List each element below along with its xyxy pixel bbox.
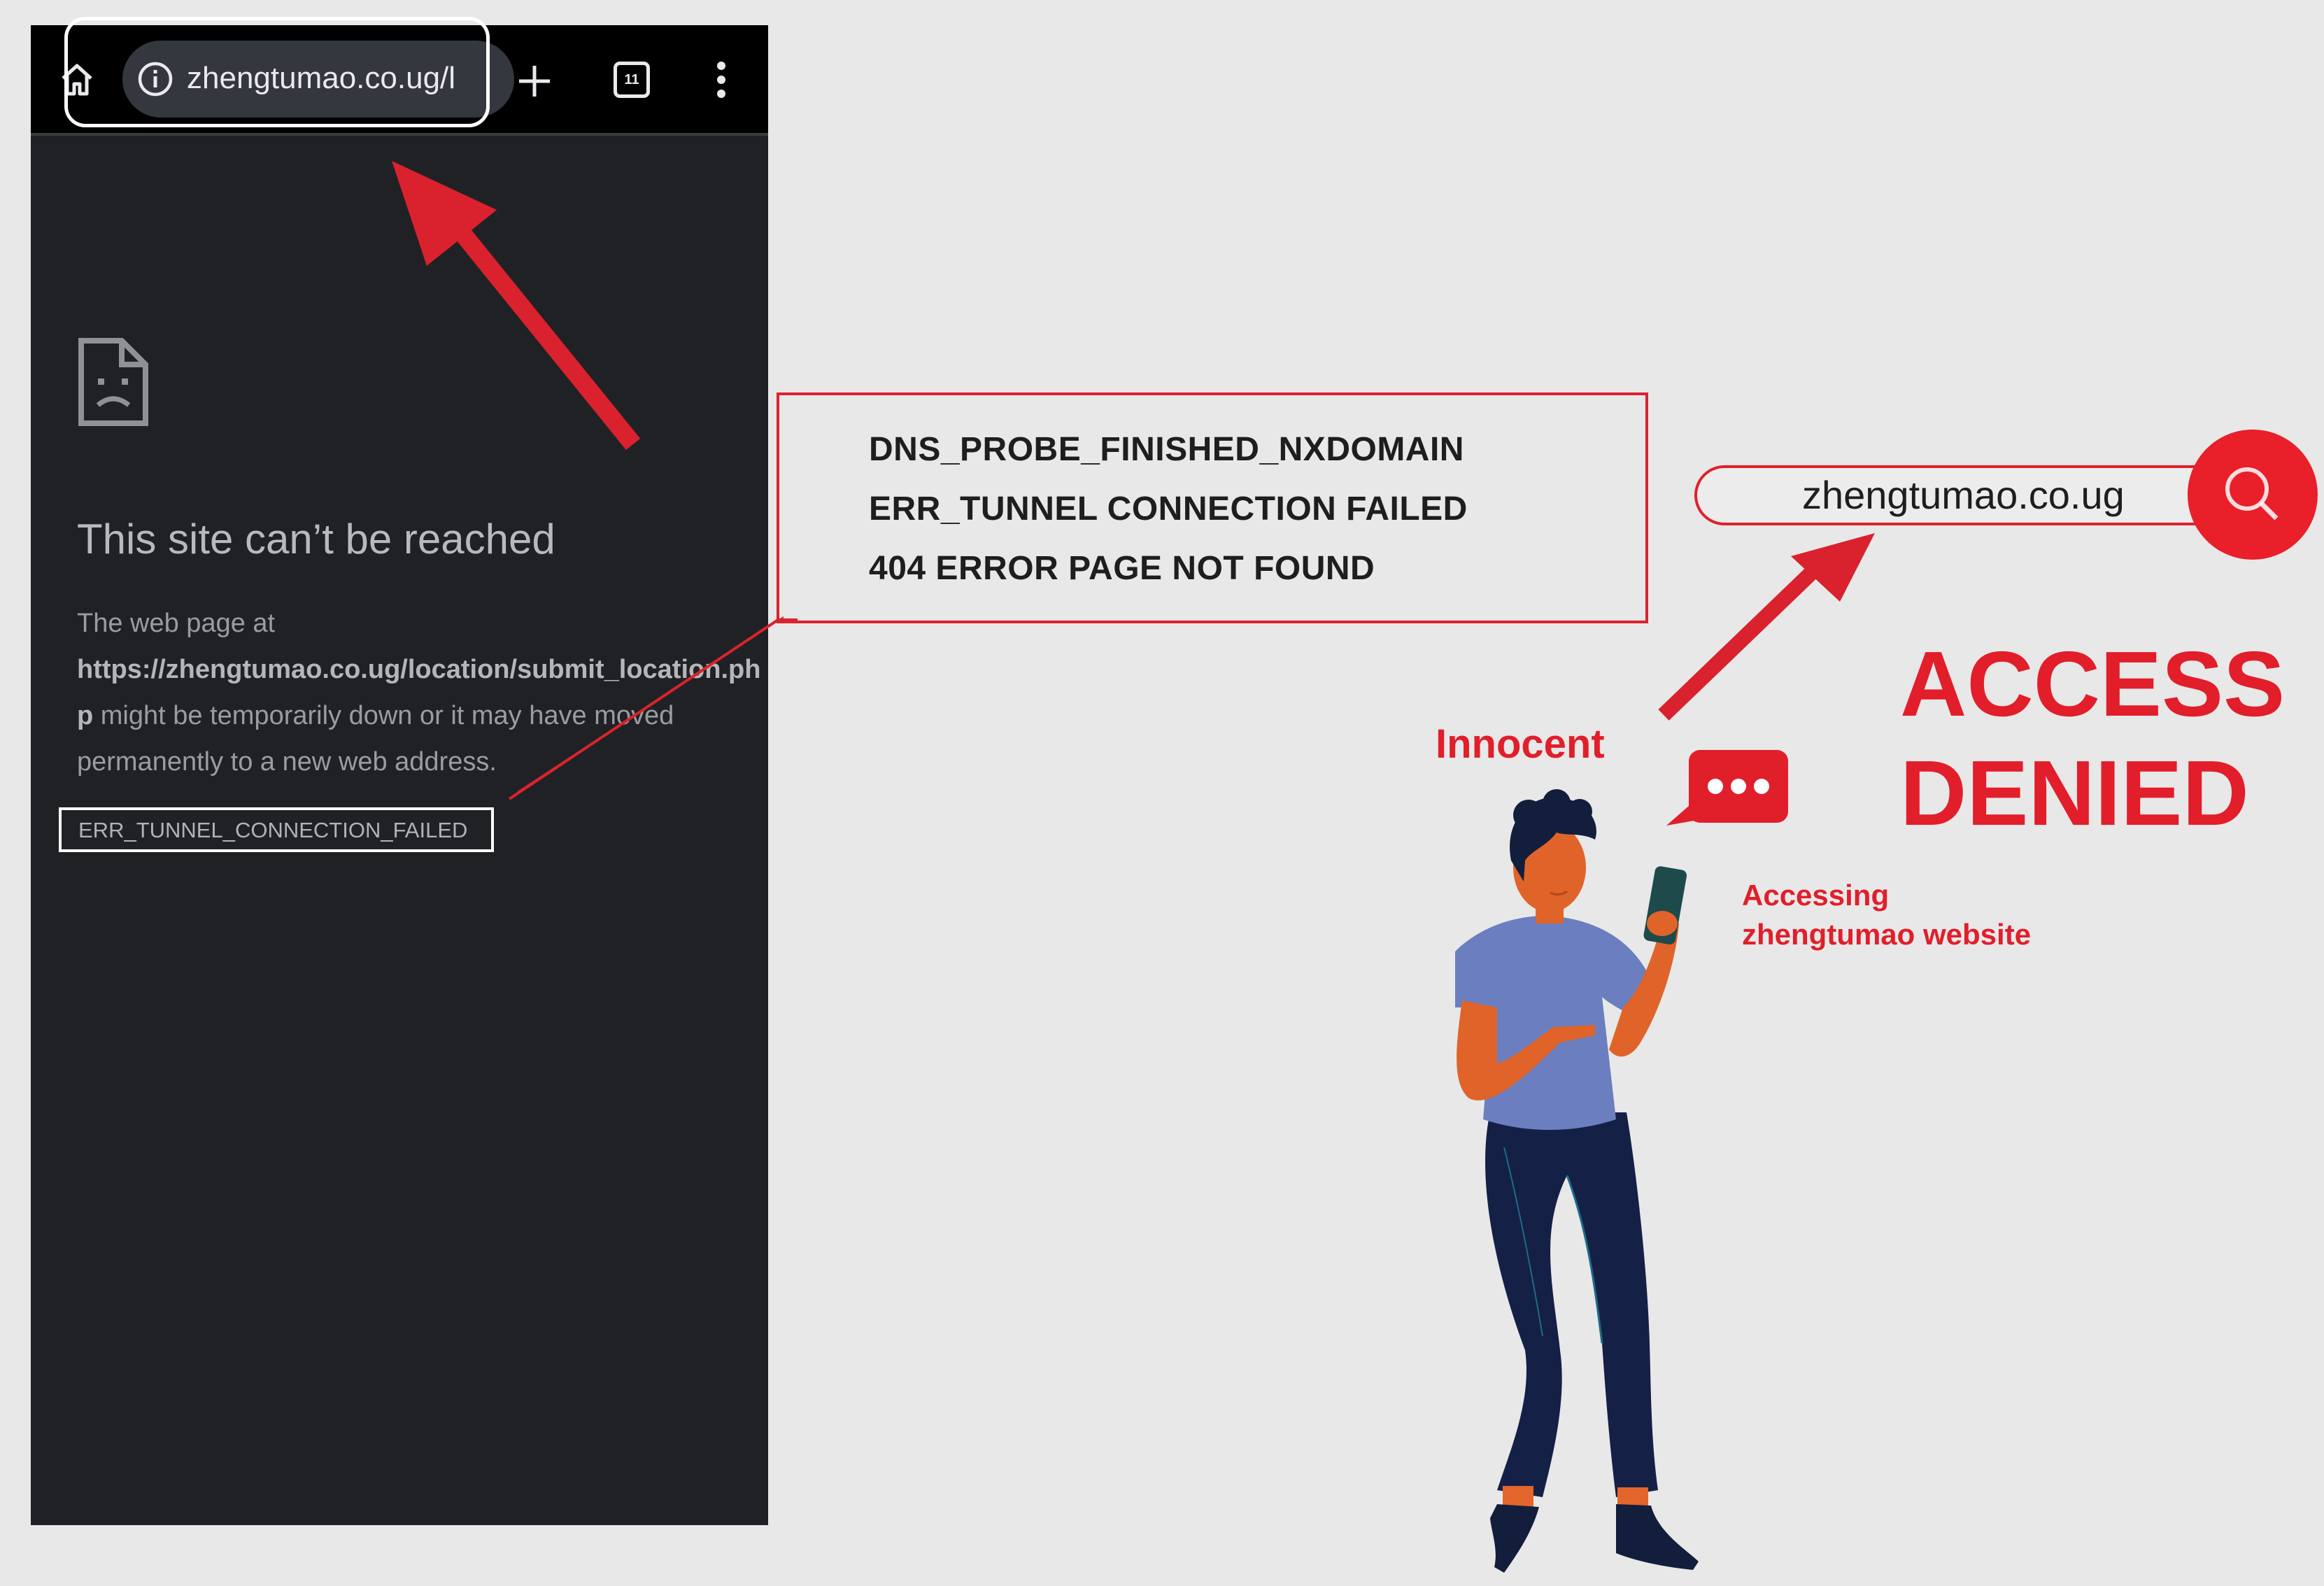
sad-document-icon [78, 338, 148, 426]
search-query: zhengtumao.co.ug [1802, 473, 2125, 517]
innocent-label: Innocent [1436, 721, 1605, 767]
url-highlight-box [64, 17, 490, 127]
search-icon [2225, 467, 2279, 521]
callout-line-404: 404 ERROR PAGE NOT FOUND [869, 550, 1375, 587]
arrow-to-search [1658, 533, 1875, 721]
access-denied-line2: DENIED [1900, 742, 2249, 844]
callout-connector [508, 616, 798, 800]
accessing-line1: Accessing [1742, 879, 1890, 912]
accessing-line2: zhengtumao website [1742, 918, 2032, 951]
tabs-button[interactable]: 11 [614, 62, 650, 98]
new-tab-icon[interactable] [515, 62, 554, 101]
error-code: ERR_TUNNEL_CONNECTION_FAILED [59, 807, 494, 852]
access-denied-text: ACCESS DENIED [1900, 630, 2285, 848]
error-callout-box: DNS_PROBE_FINISHED_NXDOMAIN ERR_TUNNEL C… [777, 392, 1648, 623]
error-title: This site can’t be reached [77, 516, 555, 562]
accessing-label: Accessing zhengtumao website [1742, 876, 2031, 954]
tab-count: 11 [624, 72, 639, 87]
arrow-to-url [392, 161, 641, 451]
toolbar-divider [31, 133, 768, 136]
access-denied-line1: ACCESS [1900, 632, 2286, 735]
callout-line-dns: DNS_PROBE_FINISHED_NXDOMAIN [869, 431, 1464, 468]
search-button[interactable] [2188, 430, 2318, 560]
person-illustration [1455, 789, 1699, 1573]
error-body-prefix: The web page at [77, 609, 276, 638]
more-vert-icon[interactable] [714, 59, 729, 101]
callout-line-tunnel: ERR_TUNNEL CONNECTION FAILED [869, 490, 1468, 528]
